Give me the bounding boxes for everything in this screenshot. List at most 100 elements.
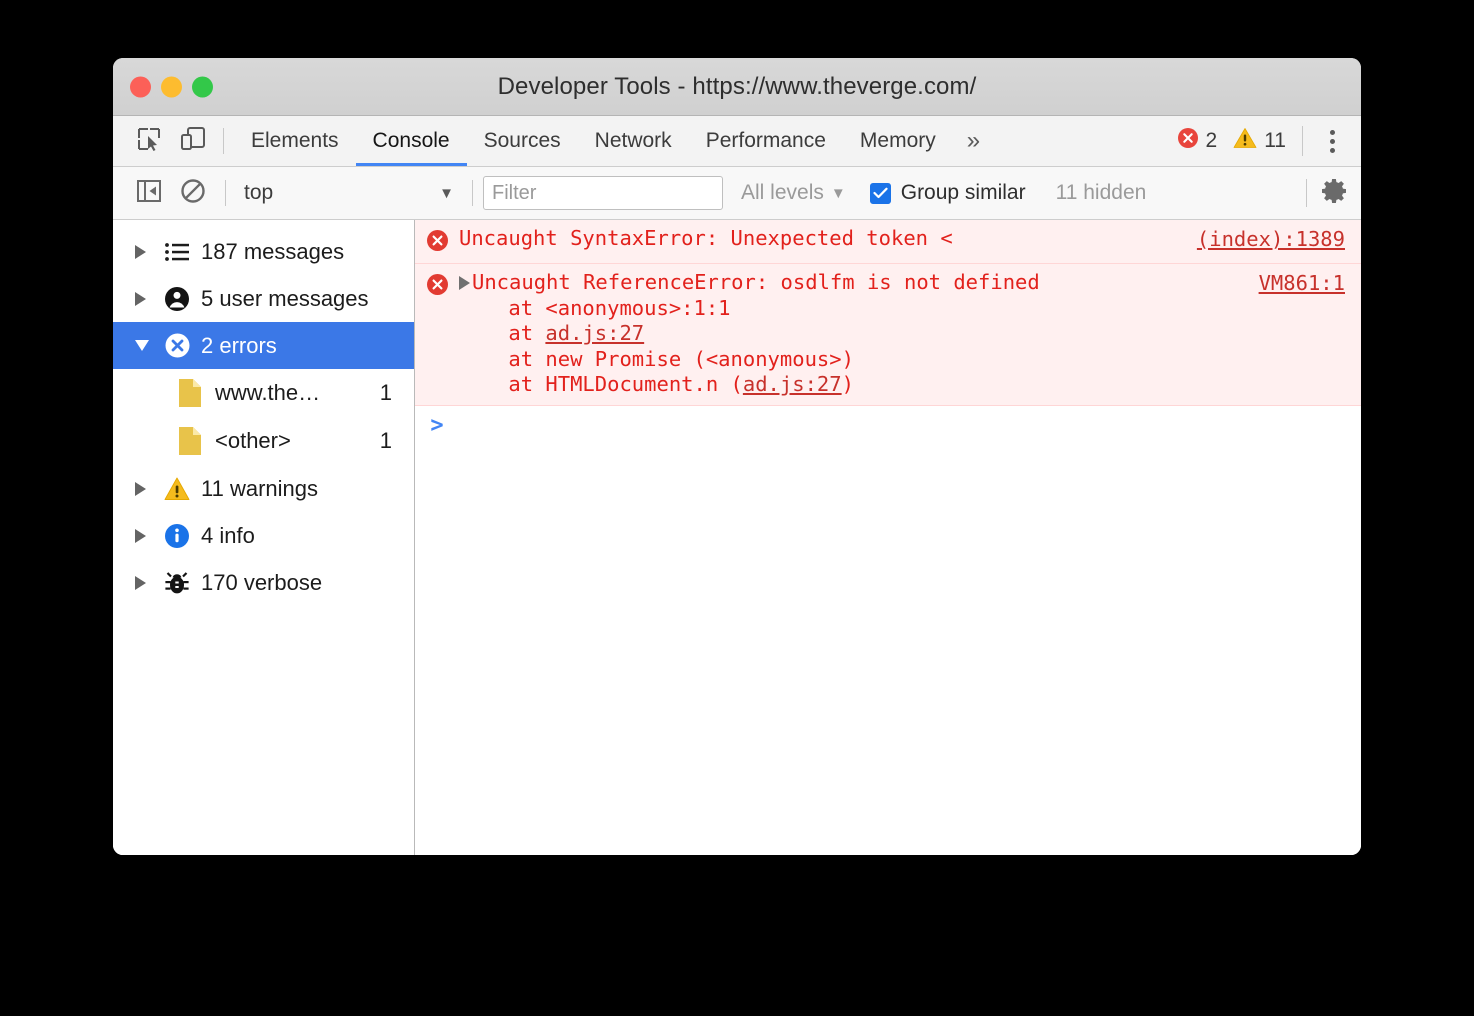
group-similar-label: Group similar: [901, 181, 1026, 205]
tab-elements-label: Elements: [251, 129, 339, 153]
console-message-error[interactable]: Uncaught ReferenceError: osdlfm is not d…: [415, 264, 1361, 406]
error-circle-icon: [415, 226, 459, 252]
file-icon: [173, 378, 207, 408]
toolbar-divider-3: [472, 180, 473, 206]
expand-arrow-info[interactable]: [135, 529, 159, 543]
devtools-window: Developer Tools - https://www.theverge.c…: [113, 58, 1361, 855]
stack-frame: at <anonymous>:1:1: [459, 296, 1249, 322]
stack-frame: at new Promise (<anonymous>): [459, 347, 1249, 373]
sidebar-item-info[interactable]: 4 info: [113, 512, 414, 559]
tab-network-label: Network: [595, 129, 672, 153]
error-circle-icon: [415, 270, 459, 296]
clear-console-icon: [180, 178, 206, 209]
toolbar-divider: [223, 128, 224, 154]
error-circle-icon: [1177, 127, 1199, 155]
expand-arrow-verbose[interactable]: [135, 576, 159, 590]
more-tabs-button[interactable]: »: [953, 116, 994, 166]
tab-console[interactable]: Console: [356, 116, 467, 166]
console-settings-button[interactable]: [1321, 177, 1349, 210]
sidebar-item-verbose[interactable]: 170 verbose: [113, 559, 414, 606]
group-similar-toggle[interactable]: Group similar: [870, 181, 1026, 205]
chevron-double-right-icon: »: [967, 127, 980, 155]
console-prompt[interactable]: >: [415, 406, 1361, 439]
console-body: 187 messages 5 user messages: [113, 220, 1361, 855]
sidebar-item-errors[interactable]: 2 errors: [113, 322, 414, 369]
console-sidebar: 187 messages 5 user messages: [113, 220, 415, 855]
maximize-window-button[interactable]: [192, 76, 213, 97]
tabbar-status: 2 11: [1177, 116, 1362, 166]
traffic-lights: [130, 76, 213, 97]
tab-console-label: Console: [373, 129, 450, 153]
gear-icon: [1321, 177, 1349, 210]
clear-console-button[interactable]: [171, 178, 215, 209]
prompt-chevron-icon: >: [415, 415, 459, 437]
console-message-source-link[interactable]: (index):1389: [1197, 226, 1361, 253]
tab-performance[interactable]: Performance: [689, 116, 843, 166]
console-message-source-link[interactable]: VM861:1: [1259, 270, 1361, 297]
warning-triangle-icon: [159, 476, 195, 502]
filter-input[interactable]: [483, 176, 723, 210]
tab-network[interactable]: Network: [578, 116, 689, 166]
error-counter[interactable]: 2: [1177, 127, 1218, 155]
screen: Developer Tools - https://www.theverge.c…: [0, 0, 1474, 1016]
console-message-text: Uncaught SyntaxError: Unexpected token <: [459, 226, 1197, 252]
devtools-tabbar: Elements Console Sources Network Perform…: [113, 116, 1361, 167]
console-sidebar-toggle-button[interactable]: [127, 179, 171, 208]
window-title: Developer Tools - https://www.theverge.c…: [113, 73, 1361, 101]
tab-sources-label: Sources: [484, 129, 561, 153]
group-similar-checkbox[interactable]: [870, 183, 891, 204]
tab-performance-label: Performance: [706, 129, 826, 153]
console-messages-pane: Uncaught SyntaxError: Unexpected token <…: [415, 220, 1361, 855]
chevron-down-icon: ▼: [831, 185, 846, 202]
close-window-button[interactable]: [130, 76, 151, 97]
error-count-label: 2: [1206, 129, 1218, 153]
expand-arrow-warnings[interactable]: [135, 482, 159, 496]
sidebar-error-source-count: 1: [380, 380, 392, 406]
sidebar-item-verbose-label: 170 verbose: [201, 570, 322, 596]
sidebar-item-user-messages[interactable]: 5 user messages: [113, 275, 414, 322]
list-icon: [159, 241, 195, 263]
console-message-error[interactable]: Uncaught SyntaxError: Unexpected token <…: [415, 220, 1361, 264]
expand-arrow-user-messages[interactable]: [135, 292, 159, 306]
tab-memory[interactable]: Memory: [843, 116, 953, 166]
sidebar-item-user-messages-label: 5 user messages: [201, 286, 369, 312]
minimize-window-button[interactable]: [161, 76, 182, 97]
sidebar-item-messages[interactable]: 187 messages: [113, 228, 414, 275]
sidebar-item-errors-label: 2 errors: [201, 333, 277, 359]
device-toolbar-button[interactable]: [171, 116, 215, 166]
sidebar-error-source-row[interactable]: <other> 1: [113, 417, 414, 465]
main-menu-button[interactable]: [1313, 130, 1351, 153]
warning-triangle-icon: [1233, 127, 1257, 155]
warning-counter[interactable]: 11: [1233, 127, 1286, 155]
execution-context-select[interactable]: top ▼: [236, 181, 462, 205]
bug-icon: [159, 570, 195, 596]
toolbar-right-group: [1306, 177, 1361, 210]
tab-elements[interactable]: Elements: [234, 116, 356, 166]
collapse-arrow-errors[interactable]: [135, 340, 159, 351]
stack-frame: at ad.js:27: [459, 321, 1249, 347]
info-circle-icon: [159, 523, 195, 549]
console-toolbar: top ▼ All levels ▼ Group similar 11 hidd…: [113, 167, 1361, 220]
console-message-text: Uncaught ReferenceError: osdlfm is not d…: [472, 270, 1040, 294]
sidebar-item-warnings[interactable]: 11 warnings: [113, 465, 414, 512]
toolbar-divider-2: [225, 180, 226, 206]
inspect-element-button[interactable]: [127, 116, 171, 166]
chevron-down-icon: ▼: [439, 185, 454, 202]
tab-sources[interactable]: Sources: [467, 116, 578, 166]
expand-arrow-messages[interactable]: [135, 245, 159, 259]
stack-frame-link[interactable]: ad.js:27: [743, 372, 842, 396]
expand-stack-arrow[interactable]: [459, 276, 470, 290]
show-console-sidebar-icon: [136, 179, 162, 208]
console-prompt-input[interactable]: [459, 415, 1361, 439]
sidebar-error-source-label: <other>: [215, 428, 291, 454]
log-levels-label: All levels: [741, 181, 824, 205]
stack-frame-text: at HTMLDocument.n (: [459, 372, 743, 396]
sidebar-item-warnings-label: 11 warnings: [201, 476, 318, 502]
toolbar-divider-4: [1306, 179, 1307, 207]
stack-frame-link[interactable]: ad.js:27: [545, 321, 644, 345]
log-levels-select[interactable]: All levels ▼: [741, 181, 846, 205]
sidebar-item-info-label: 4 info: [201, 523, 255, 549]
kebab-dot-3: [1330, 148, 1335, 153]
sidebar-error-source-row[interactable]: www.the… 1: [113, 369, 414, 417]
kebab-dot-2: [1330, 139, 1335, 144]
